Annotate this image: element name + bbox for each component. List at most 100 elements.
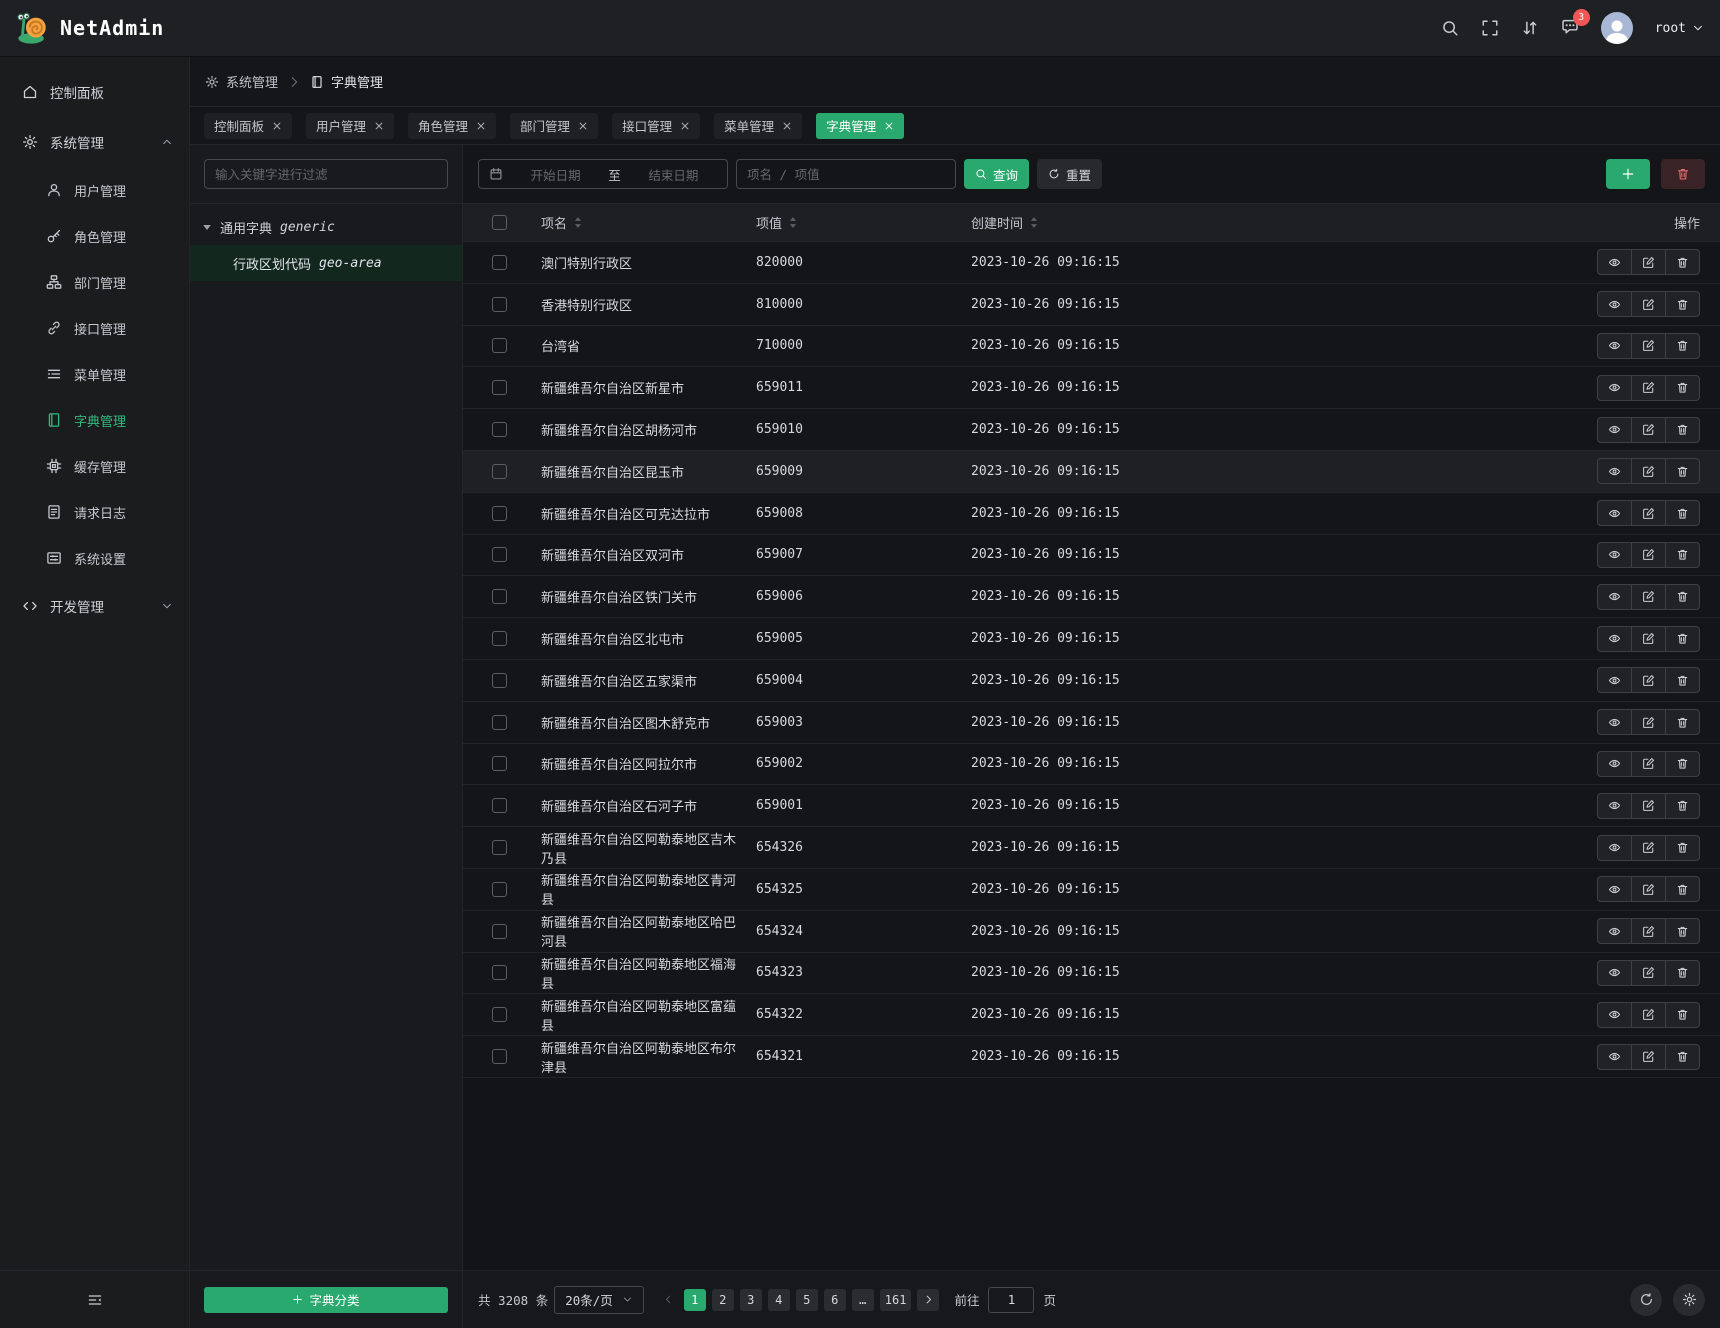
view-button[interactable]	[1597, 333, 1632, 359]
tab-menus[interactable]: 菜单管理	[714, 113, 802, 139]
delete-button[interactable]	[1665, 1044, 1700, 1070]
tab-users[interactable]: 用户管理	[306, 113, 394, 139]
row-checkbox[interactable]	[492, 1049, 507, 1064]
switch-arrows-icon[interactable]	[1521, 19, 1539, 37]
sidebar-item-apis[interactable]: 接口管理	[0, 305, 189, 351]
row-checkbox[interactable]	[492, 506, 507, 521]
sort-icon[interactable]	[1029, 216, 1039, 229]
view-button[interactable]	[1597, 793, 1632, 819]
delete-button[interactable]	[1665, 709, 1700, 735]
view-button[interactable]	[1597, 876, 1632, 902]
add-dictionary-category-button[interactable]: 字典分类	[204, 1287, 448, 1313]
edit-button[interactable]	[1631, 793, 1666, 819]
row-checkbox[interactable]	[492, 297, 507, 312]
view-button[interactable]	[1597, 626, 1632, 652]
view-button[interactable]	[1597, 751, 1632, 777]
tab-dashboard[interactable]: 控制面板	[204, 113, 292, 139]
delete-button[interactable]	[1665, 500, 1700, 526]
sidebar-item-dictionaries[interactable]: 字典管理	[0, 397, 189, 443]
search-icon[interactable]	[1441, 19, 1459, 37]
next-page-button[interactable]	[917, 1289, 939, 1311]
row-checkbox[interactable]	[492, 255, 507, 270]
edit-button[interactable]	[1631, 626, 1666, 652]
close-icon[interactable]	[374, 121, 384, 131]
row-checkbox[interactable]	[492, 338, 507, 353]
add-row-button[interactable]	[1606, 159, 1650, 189]
pagination-ellipsis[interactable]: …	[852, 1289, 874, 1311]
delete-button[interactable]	[1665, 835, 1700, 861]
fullscreen-icon[interactable]	[1481, 19, 1499, 37]
delete-button[interactable]	[1665, 333, 1700, 359]
sidebar-item-cache[interactable]: 缓存管理	[0, 443, 189, 489]
row-checkbox[interactable]	[492, 547, 507, 562]
delete-button[interactable]	[1665, 960, 1700, 986]
view-button[interactable]	[1597, 918, 1632, 944]
close-icon[interactable]	[884, 121, 894, 131]
date-range-picker[interactable]: 开始日期 至 结束日期	[478, 159, 728, 189]
view-button[interactable]	[1597, 375, 1632, 401]
delete-button[interactable]	[1665, 1002, 1700, 1028]
avatar[interactable]	[1601, 12, 1633, 44]
view-button[interactable]	[1597, 291, 1632, 317]
edit-button[interactable]	[1631, 1044, 1666, 1070]
reload-table-button[interactable]	[1630, 1284, 1662, 1316]
delete-button[interactable]	[1665, 876, 1700, 902]
view-button[interactable]	[1597, 667, 1632, 693]
sidebar-item-system[interactable]: 系统管理	[0, 117, 189, 167]
sidebar-item-system-settings[interactable]: 系统设置	[0, 535, 189, 581]
table-settings-button[interactable]	[1673, 1284, 1705, 1316]
tab-apis[interactable]: 接口管理	[612, 113, 700, 139]
tab-roles[interactable]: 角色管理	[408, 113, 496, 139]
page-button-5[interactable]: 5	[796, 1289, 818, 1311]
row-checkbox[interactable]	[492, 840, 507, 855]
row-checkbox[interactable]	[492, 380, 507, 395]
view-button[interactable]	[1597, 417, 1632, 443]
view-button[interactable]	[1597, 709, 1632, 735]
view-button[interactable]	[1597, 960, 1632, 986]
row-checkbox[interactable]	[492, 924, 507, 939]
view-button[interactable]	[1597, 835, 1632, 861]
view-button[interactable]	[1597, 584, 1632, 610]
sidebar-item-request-logs[interactable]: 请求日志	[0, 489, 189, 535]
edit-button[interactable]	[1631, 751, 1666, 777]
goto-page-input[interactable]	[988, 1287, 1034, 1313]
page-button-2[interactable]: 2	[712, 1289, 734, 1311]
tab-departments[interactable]: 部门管理	[510, 113, 598, 139]
delete-button[interactable]	[1665, 542, 1700, 568]
close-icon[interactable]	[476, 121, 486, 131]
sidebar-item-users[interactable]: 用户管理	[0, 167, 189, 213]
edit-button[interactable]	[1631, 709, 1666, 735]
view-button[interactable]	[1597, 542, 1632, 568]
reset-button[interactable]: 重置	[1037, 159, 1102, 189]
row-checkbox[interactable]	[492, 1007, 507, 1022]
row-checkbox[interactable]	[492, 965, 507, 980]
page-button-4[interactable]: 4	[768, 1289, 790, 1311]
sidebar-item-roles[interactable]: 角色管理	[0, 213, 189, 259]
close-icon[interactable]	[578, 121, 588, 131]
row-checkbox[interactable]	[492, 673, 507, 688]
sidebar-item-dev[interactable]: 开发管理	[0, 581, 189, 631]
name-value-search-input[interactable]	[736, 159, 956, 189]
page-size-select[interactable]: 20条/页	[554, 1286, 644, 1314]
edit-button[interactable]	[1631, 1002, 1666, 1028]
edit-button[interactable]	[1631, 835, 1666, 861]
view-button[interactable]	[1597, 1002, 1632, 1028]
edit-button[interactable]	[1631, 500, 1666, 526]
column-header-value[interactable]: 项值	[756, 213, 782, 232]
row-checkbox[interactable]	[492, 589, 507, 604]
delete-button[interactable]	[1665, 667, 1700, 693]
edit-button[interactable]	[1631, 667, 1666, 693]
row-checkbox[interactable]	[492, 631, 507, 646]
sort-icon[interactable]	[788, 216, 798, 229]
column-header-name[interactable]: 项名	[541, 213, 567, 232]
delete-button[interactable]	[1665, 584, 1700, 610]
edit-button[interactable]	[1631, 375, 1666, 401]
close-icon[interactable]	[782, 121, 792, 131]
sidebar-item-dashboard[interactable]: 控制面板	[0, 67, 189, 117]
prev-page-button[interactable]	[656, 1294, 681, 1305]
delete-button[interactable]	[1665, 291, 1700, 317]
edit-button[interactable]	[1631, 249, 1666, 275]
row-checkbox[interactable]	[492, 798, 507, 813]
edit-button[interactable]	[1631, 584, 1666, 610]
edit-button[interactable]	[1631, 458, 1666, 484]
